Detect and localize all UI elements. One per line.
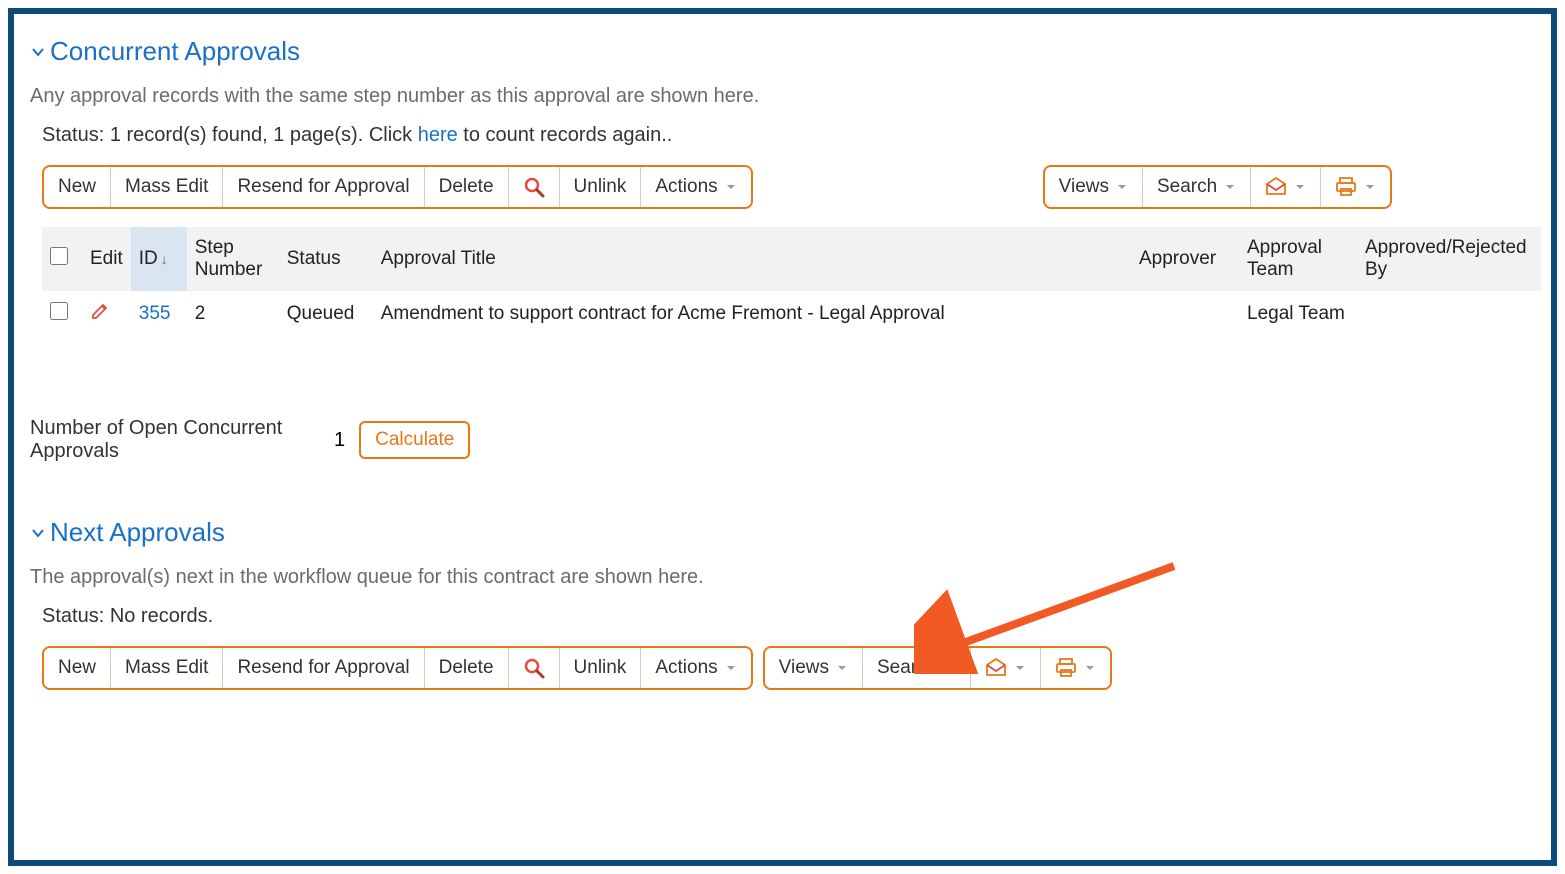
cell-title: Amendment to support contract for Acme F… xyxy=(373,291,1131,337)
select-all-checkbox[interactable] xyxy=(50,247,68,265)
delete-button[interactable]: Delete xyxy=(425,167,509,207)
section-concurrent-title: Concurrent Approvals xyxy=(50,36,300,67)
caret-down-icon xyxy=(1294,181,1306,193)
cell-step: 2 xyxy=(187,291,279,337)
calculate-button[interactable]: Calculate xyxy=(359,421,470,459)
col-by[interactable]: Approved/Rejected By xyxy=(1357,227,1541,291)
next-primary-toolbar: New Mass Edit Resend for Approval Delete… xyxy=(42,646,753,690)
row-checkbox[interactable] xyxy=(50,302,68,320)
magnifier-icon xyxy=(523,176,545,198)
unlink-button[interactable]: Unlink xyxy=(560,167,642,207)
next-description: The approval(s) next in the workflow que… xyxy=(30,566,1545,589)
caret-down-icon xyxy=(1014,662,1026,674)
views-dropdown[interactable]: Views xyxy=(765,648,863,688)
concurrent-secondary-toolbar: Views Search xyxy=(1043,165,1393,209)
unlink-button[interactable]: Unlink xyxy=(560,648,642,688)
chevron-down-icon xyxy=(30,44,46,60)
caret-down-icon xyxy=(1224,181,1236,193)
mass-edit-button[interactable]: Mass Edit xyxy=(111,167,223,207)
search-dropdown[interactable]: Search xyxy=(1143,167,1251,207)
caret-down-icon xyxy=(1116,181,1128,193)
chevron-down-icon xyxy=(30,525,46,541)
next-secondary-toolbar: Views Search xyxy=(763,646,1113,690)
cell-team: Legal Team xyxy=(1239,291,1357,337)
email-dropdown[interactable] xyxy=(971,648,1041,688)
concurrent-description: Any approval records with the same step … xyxy=(30,85,1545,108)
mass-edit-button[interactable]: Mass Edit xyxy=(111,648,223,688)
section-next-title: Next Approvals xyxy=(50,517,225,548)
open-concurrent-label: Number of Open Concurrent Approvals xyxy=(30,417,320,463)
col-approver[interactable]: Approver xyxy=(1131,227,1239,291)
resend-approval-button[interactable]: Resend for Approval xyxy=(223,167,424,207)
col-id[interactable]: ID↓ xyxy=(131,227,187,291)
col-title[interactable]: Approval Title xyxy=(373,227,1131,291)
col-edit[interactable]: Edit xyxy=(82,227,131,291)
edit-icon[interactable] xyxy=(90,305,110,326)
col-status[interactable]: Status xyxy=(279,227,373,291)
section-concurrent-toggle[interactable]: Concurrent Approvals xyxy=(30,36,1545,67)
sort-down-icon: ↓ xyxy=(161,251,168,267)
print-dropdown[interactable] xyxy=(1321,167,1390,207)
col-step[interactable]: Step Number xyxy=(187,227,279,291)
next-status: Status: No records. xyxy=(42,605,1545,628)
caret-down-icon xyxy=(725,662,737,674)
search-icon-button[interactable] xyxy=(509,167,560,207)
count-again-link[interactable]: here xyxy=(418,124,458,146)
status-prefix: Status: 1 record(s) found, 1 page(s). Cl… xyxy=(42,124,418,146)
col-team[interactable]: Approval Team xyxy=(1239,227,1357,291)
search-icon-button[interactable] xyxy=(509,648,560,688)
resend-approval-button[interactable]: Resend for Approval xyxy=(223,648,424,688)
actions-dropdown[interactable]: Actions xyxy=(641,648,750,688)
email-icon xyxy=(985,658,1007,678)
status-suffix: to count records again.. xyxy=(458,124,673,146)
actions-dropdown[interactable]: Actions xyxy=(641,167,750,207)
email-icon xyxy=(1265,177,1287,197)
new-button[interactable]: New xyxy=(44,648,111,688)
table-row: 355 2 Queued Amendment to support contra… xyxy=(42,291,1541,337)
cell-approver xyxy=(1131,291,1239,337)
concurrent-primary-toolbar: New Mass Edit Resend for Approval Delete… xyxy=(42,165,753,209)
new-button[interactable]: New xyxy=(44,167,111,207)
id-link[interactable]: 355 xyxy=(139,303,171,324)
section-next-toggle[interactable]: Next Approvals xyxy=(30,517,1545,548)
open-concurrent-value: 1 xyxy=(334,429,345,452)
caret-down-icon xyxy=(1084,662,1096,674)
cell-by xyxy=(1357,291,1541,337)
caret-down-icon xyxy=(836,662,848,674)
concurrent-status: Status: 1 record(s) found, 1 page(s). Cl… xyxy=(42,124,1545,147)
printer-icon xyxy=(1335,177,1357,197)
caret-down-icon xyxy=(725,181,737,193)
print-dropdown[interactable] xyxy=(1041,648,1110,688)
approvals-table: Edit ID↓ Step Number Status Approval Tit… xyxy=(42,227,1541,337)
magnifier-icon xyxy=(523,657,545,679)
views-dropdown[interactable]: Views xyxy=(1045,167,1143,207)
email-dropdown[interactable] xyxy=(1251,167,1321,207)
cell-status: Queued xyxy=(279,291,373,337)
printer-icon xyxy=(1055,658,1077,678)
search-dropdown[interactable]: Search xyxy=(863,648,971,688)
delete-button[interactable]: Delete xyxy=(425,648,509,688)
caret-down-icon xyxy=(1364,181,1376,193)
caret-down-icon xyxy=(944,662,956,674)
